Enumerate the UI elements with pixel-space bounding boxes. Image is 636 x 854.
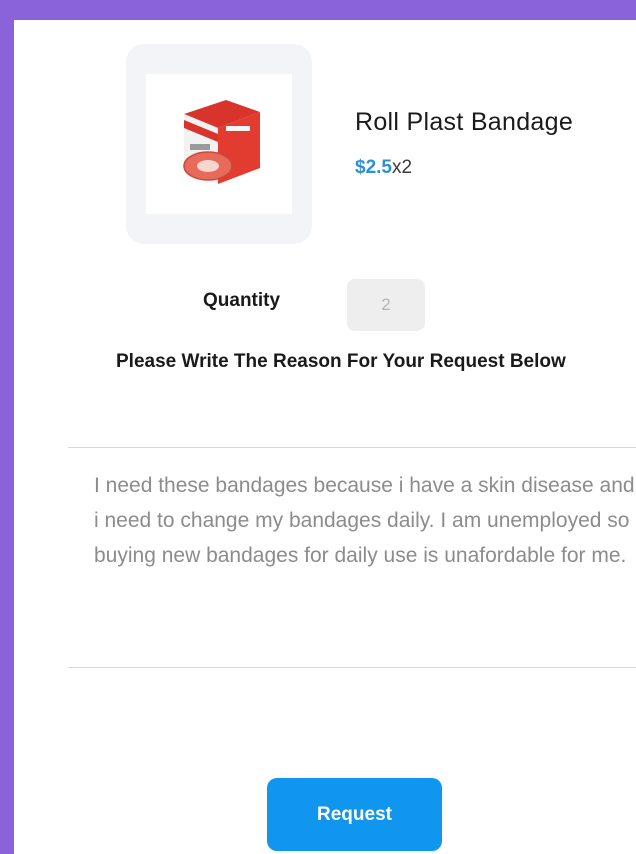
product-price: $2.5 bbox=[355, 157, 392, 178]
request-form-screen: Roll Plast Bandage $2.5x2 Quantity 2 Ple… bbox=[14, 20, 636, 854]
reason-prompt: Please Write The Reason For Your Request… bbox=[116, 351, 566, 372]
reason-textarea[interactable]: I need these bandages because i have a s… bbox=[94, 468, 636, 573]
divider-bottom bbox=[68, 667, 636, 668]
divider-top bbox=[68, 447, 636, 448]
product-image bbox=[146, 74, 292, 214]
product-card bbox=[126, 44, 312, 244]
product-multiplier: x2 bbox=[391, 157, 413, 178]
request-button[interactable]: Request bbox=[267, 778, 442, 851]
product-price-line: $2.5x2 bbox=[355, 157, 412, 179]
quantity-field[interactable]: 2 bbox=[347, 279, 425, 331]
product-name: Roll Plast Bandage bbox=[355, 108, 574, 136]
quantity-label: Quantity bbox=[203, 290, 281, 311]
bandage-box-image bbox=[183, 100, 260, 184]
